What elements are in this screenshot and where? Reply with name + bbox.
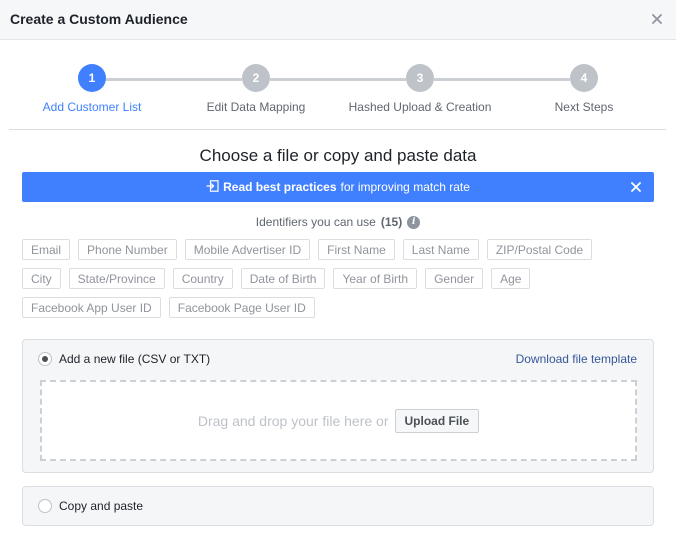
upload-file-radio[interactable]: Add a new file (CSV or TXT) bbox=[38, 352, 210, 366]
dialog-header: Create a Custom Audience bbox=[0, 0, 676, 40]
identifier-tag: Facebook Page User ID bbox=[168, 297, 315, 318]
step-add-customer-list[interactable]: 1 Add Customer List bbox=[2, 64, 182, 114]
radio-button-checked[interactable] bbox=[38, 352, 52, 366]
identifier-tag: City bbox=[22, 268, 61, 289]
download-template-link[interactable]: Download file template bbox=[516, 352, 637, 366]
dropzone-text: Drag and drop your file here or bbox=[197, 412, 389, 429]
copy-paste-label: Copy and paste bbox=[59, 499, 144, 513]
identifiers-heading: Identifiers you can use (15) i bbox=[0, 215, 676, 229]
identifier-tag: State/Province bbox=[68, 268, 165, 289]
divider bbox=[9, 129, 666, 130]
identifier-tag: Gender bbox=[425, 268, 484, 289]
identifiers-count: (15) bbox=[380, 215, 403, 229]
identifier-tag: First Name bbox=[318, 239, 395, 260]
step-number: 1 bbox=[78, 64, 106, 92]
identifier-tag: Date of Birth bbox=[240, 268, 326, 289]
identifier-tag: Age bbox=[491, 268, 531, 289]
step-number: 2 bbox=[242, 64, 270, 92]
banner-close-icon[interactable] bbox=[628, 179, 644, 195]
upload-file-option: Add a new file (CSV or TXT) Download fil… bbox=[22, 339, 654, 473]
identifiers-label: Identifiers you can use bbox=[255, 215, 376, 229]
upload-file-button[interactable]: Upload File bbox=[394, 408, 480, 433]
identifier-tag: Year of Birth bbox=[333, 268, 418, 289]
best-practices-banner[interactable]: Read best practices for improving match … bbox=[22, 172, 654, 202]
identifier-tag: Email bbox=[22, 239, 71, 260]
identifier-tag: Mobile Advertiser ID bbox=[184, 239, 311, 260]
info-icon[interactable]: i bbox=[407, 215, 421, 229]
identifier-tag: Country bbox=[172, 268, 233, 289]
step-label: Add Customer List bbox=[42, 100, 142, 114]
step-label: Hashed Upload & Creation bbox=[348, 100, 492, 114]
step-edit-data-mapping[interactable]: 2 Edit Data Mapping bbox=[166, 64, 346, 114]
step-next-steps[interactable]: 4 Next Steps bbox=[494, 64, 674, 114]
identifier-tag: Phone Number bbox=[78, 239, 177, 260]
step-hashed-upload[interactable]: 3 Hashed Upload & Creation bbox=[330, 64, 510, 114]
external-link-icon bbox=[206, 179, 219, 195]
tag-row: Email Phone Number Mobile Advertiser ID … bbox=[22, 239, 654, 260]
identifier-tag: ZIP/Postal Code bbox=[486, 239, 593, 260]
copy-paste-option: Copy and paste bbox=[22, 486, 654, 526]
progress-stepper: 1 Add Customer List 2 Edit Data Mapping … bbox=[0, 58, 676, 118]
radio-button-unchecked[interactable] bbox=[38, 499, 52, 513]
identifier-tag: Facebook App User ID bbox=[22, 297, 161, 318]
step-number: 3 bbox=[406, 64, 434, 92]
upload-file-label: Add a new file (CSV or TXT) bbox=[59, 352, 211, 366]
dialog-title: Create a Custom Audience bbox=[10, 11, 188, 27]
page-title: Choose a file or copy and paste data bbox=[199, 146, 477, 165]
tag-row: City State/Province Country Date of Birt… bbox=[22, 268, 654, 289]
banner-text: for improving match rate bbox=[340, 180, 470, 194]
identifier-tag: Last Name bbox=[402, 239, 479, 260]
step-number: 4 bbox=[570, 64, 598, 92]
identifier-tags: Email Phone Number Mobile Advertiser ID … bbox=[22, 239, 654, 326]
close-icon[interactable] bbox=[646, 8, 668, 30]
banner-link[interactable]: Read best practices bbox=[223, 180, 336, 194]
file-dropzone[interactable]: Drag and drop your file here or Upload F… bbox=[40, 380, 637, 461]
copy-paste-radio[interactable]: Copy and paste bbox=[38, 499, 143, 513]
step-label: Next Steps bbox=[554, 100, 614, 114]
tag-row: Facebook App User ID Facebook Page User … bbox=[22, 297, 654, 318]
step-label: Edit Data Mapping bbox=[206, 100, 306, 114]
